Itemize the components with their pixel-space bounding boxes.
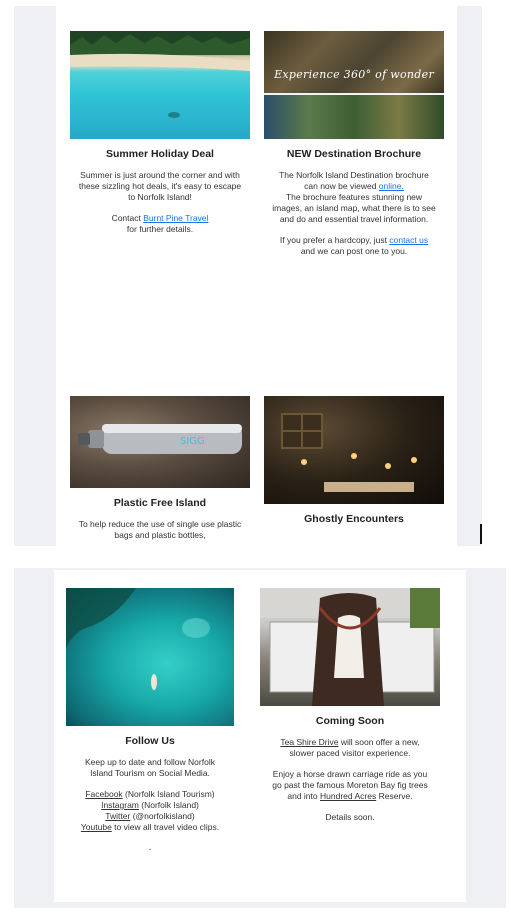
- bullet-dot: .: [148, 842, 152, 853]
- plastic-title: Plastic Free Island: [113, 497, 207, 509]
- brochure-image-bottom: [264, 95, 444, 139]
- summer-body: Summer is just around the corner and wit…: [78, 170, 242, 202]
- card-summer-holiday: Summer Holiday Deal Summer is just aroun…: [70, 31, 250, 245]
- coming-title: Coming Soon: [315, 715, 385, 727]
- facebook-link[interactable]: Facebook: [85, 789, 122, 799]
- tea-shire-drive-link[interactable]: Tea Shire Drive: [280, 737, 338, 747]
- follow-links: Facebook (Norfolk Island Tourism) Instag…: [66, 789, 234, 833]
- brochure-online-link[interactable]: online.: [379, 181, 404, 191]
- summer-contact: Contact Burnt Pine Travel for further de…: [70, 213, 250, 235]
- brochure-body-1-text: The Norfolk Island Destination brochure …: [279, 170, 429, 191]
- facebook-text: (Norfolk Island Tourism): [122, 789, 215, 799]
- newsletter-panel-bottom: Follow Us Keep up to date and follow Nor…: [14, 568, 506, 908]
- youtube-link[interactable]: Youtube: [81, 822, 112, 832]
- ghost-tour-illustration: [281, 413, 417, 492]
- brochure-body-1: The Norfolk Island Destination brochure …: [264, 170, 444, 225]
- brochure-image: Experience 360° of wonder: [264, 31, 444, 139]
- summer-contact-suffix: for further details.: [126, 224, 194, 234]
- brochure-title: NEW Destination Brochure: [286, 148, 422, 160]
- svg-text:SIGG: SIGG: [180, 436, 205, 447]
- beach-illustration: [70, 31, 250, 118]
- burnt-pine-travel-link[interactable]: Burnt Pine Travel: [143, 213, 208, 223]
- coming-body-2-suffix: Reserve.: [376, 791, 413, 801]
- card-destination-brochure: Experience 360° of wonder NEW Destinatio…: [264, 31, 444, 267]
- summer-contact-prefix: Contact: [111, 213, 144, 223]
- twitter-link[interactable]: Twitter: [105, 811, 130, 821]
- brochure-body-3-text: If you prefer a hardcopy, just: [279, 235, 390, 245]
- follow-title: Follow Us: [125, 735, 175, 747]
- coming-body-3: Details soon.: [325, 812, 375, 822]
- bottle-image: SIGG: [70, 396, 250, 488]
- follow-intro: Keep up to date and follow Norfolk Islan…: [85, 757, 215, 778]
- contact-us-link[interactable]: contact us: [389, 235, 428, 245]
- newsletter-panel-top: Summer Holiday Deal Summer is just aroun…: [14, 6, 482, 546]
- brochure-overlay-text: Experience 360° of wonder: [274, 68, 434, 81]
- text-cursor-icon: [480, 524, 482, 544]
- card-ghostly: Ghostly Encounters: [264, 396, 444, 535]
- plastic-body: To help reduce the use of single use pla…: [78, 519, 242, 540]
- carriage-illustration: [260, 588, 440, 706]
- instagram-link[interactable]: Instagram: [101, 800, 139, 810]
- twitter-text: (@norfolkisland): [130, 811, 195, 821]
- ghost-tour-image: [264, 396, 444, 504]
- bottle-illustration: SIGG: [78, 424, 242, 454]
- snorkel-illustration: [66, 588, 210, 690]
- hundred-acres-link[interactable]: Hundred Acres: [320, 791, 376, 801]
- youtube-text: to view all travel video clips.: [111, 822, 220, 832]
- brochure-body-3: If you prefer a hardcopy, just contact u…: [264, 235, 444, 257]
- snorkel-image: [66, 588, 234, 726]
- brochure-divider: [264, 93, 444, 95]
- summer-title: Summer Holiday Deal: [106, 148, 214, 160]
- beach-image: [70, 31, 250, 139]
- carriage-image: [260, 588, 440, 706]
- instagram-text: (Norfolk Island): [138, 800, 199, 810]
- ghostly-title: Ghostly Encounters: [304, 513, 404, 525]
- brochure-image-top: [264, 31, 444, 93]
- card-plastic-free: SIGG Plastic Free Island To help reduce …: [70, 396, 250, 551]
- newsletter-content-top: Summer Holiday Deal Summer is just aroun…: [56, 6, 457, 546]
- newsletter-content-bottom: Follow Us Keep up to date and follow Nor…: [54, 570, 466, 902]
- coming-body-1: Tea Shire Drive will soon offer a new, s…: [260, 737, 440, 759]
- brochure-body-3-suffix: and we can post one to you.: [300, 246, 408, 256]
- email-preview: Summer Holiday Deal Summer is just aroun…: [0, 0, 511, 922]
- brochure-body-2: The brochure features stunning new image…: [272, 192, 436, 224]
- card-coming-soon: Coming Soon Tea Shire Drive will soon of…: [260, 588, 440, 833]
- coming-body-2: Enjoy a horse drawn carriage ride as you…: [260, 769, 440, 802]
- card-follow-us: Follow Us Keep up to date and follow Nor…: [66, 588, 234, 853]
